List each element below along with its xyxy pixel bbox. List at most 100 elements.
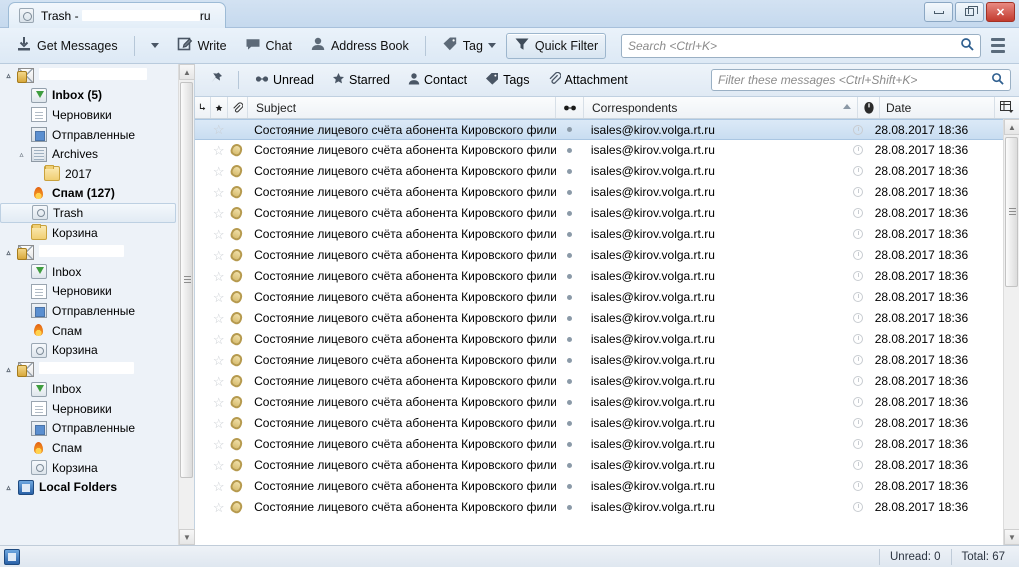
write-button[interactable]: Write [169,33,235,59]
quick-filter-button[interactable]: Quick Filter [505,32,607,59]
scroll-up-icon[interactable]: ▲ [1004,119,1019,135]
folder-item[interactable]: Inbox [0,380,178,400]
folder-item[interactable]: Спам [0,438,178,458]
message-star-toggle[interactable]: ☆ [210,249,226,262]
folder-item[interactable]: Корзина [0,340,178,360]
message-row[interactable]: ☆ Состояние лицевого счёта абонента Киров… [195,350,1003,371]
folder-item[interactable]: ▵ Local Folders [0,477,178,497]
message-unread-cell[interactable] [556,315,583,321]
message-unread-cell[interactable] [556,168,583,174]
twisty-icon[interactable]: ▵ [4,483,13,492]
filter-unread-button[interactable]: Unread [248,69,321,91]
message-star-toggle[interactable]: ☆ [210,228,226,241]
column-date[interactable]: Date [880,97,995,118]
message-list-scrollbar[interactable]: ▲ ▼ [1003,119,1019,545]
message-row[interactable]: ☆ Состояние лицевого счёта абонента Киров… [195,497,1003,518]
message-row[interactable]: ☆ Состояние лицевого счёта абонента Киров… [195,182,1003,203]
message-star-toggle[interactable]: ☆ [210,165,226,178]
filter-starred-button[interactable]: Starred [325,69,397,91]
message-unread-cell[interactable] [556,210,583,216]
column-attachment[interactable] [228,97,248,118]
scroll-down-icon[interactable]: ▼ [1004,529,1019,545]
message-star-toggle[interactable]: ☆ [210,480,226,493]
folder-item[interactable]: ▵ [0,242,178,262]
message-row[interactable]: ☆ Состояние лицевого счёта абонента Киров… [195,161,1003,182]
message-star-toggle[interactable]: ☆ [210,375,226,388]
folder-item[interactable]: Корзина [0,458,178,478]
message-star-toggle[interactable]: ☆ [210,270,226,283]
message-row[interactable]: ☆ Состояние лицевого счёта абонента Киров… [195,119,1003,140]
folder-item[interactable]: Отправленные [0,301,178,321]
folder-pane-scrollbar[interactable]: ▲ ▼ [178,64,195,545]
twisty-icon[interactable]: ▵ [17,150,26,159]
message-row[interactable]: ☆ Состояние лицевого счёта абонента Киров… [195,203,1003,224]
minimize-button[interactable] [924,2,953,22]
column-read-status[interactable] [858,97,880,118]
filter-attachment-button[interactable]: Attachment [541,69,635,91]
column-picker-button[interactable] [995,97,1019,118]
tag-button[interactable]: Tag [434,33,504,59]
get-messages-dropdown[interactable] [143,33,167,59]
column-star[interactable] [211,97,228,118]
app-menu-button[interactable] [991,38,1011,53]
scroll-up-icon[interactable]: ▲ [179,64,195,80]
get-messages-button[interactable]: Get Messages [8,33,126,59]
message-row[interactable]: ☆ Состояние лицевого счёта абонента Киров… [195,371,1003,392]
message-star-toggle[interactable]: ☆ [210,354,226,367]
pin-filter-button[interactable] [203,68,229,92]
message-row[interactable]: ☆ Состояние лицевого счёта абонента Киров… [195,287,1003,308]
message-unread-cell[interactable] [556,294,583,300]
twisty-icon[interactable]: ▵ [4,71,13,80]
message-star-toggle[interactable]: ☆ [210,291,226,304]
global-search-input[interactable]: Search <Ctrl+K> [621,33,981,58]
scroll-down-icon[interactable]: ▼ [179,529,195,545]
message-row[interactable]: ☆ Состояние лицевого счёта абонента Киров… [195,434,1003,455]
tab-trash[interactable]: Trash - ru [8,2,226,28]
address-book-button[interactable]: Address Book [302,33,417,59]
message-row[interactable]: ☆ Состояние лицевого счёта абонента Киров… [195,224,1003,245]
folder-item[interactable]: Черновики [0,105,178,125]
message-unread-cell[interactable] [556,357,583,363]
message-star-toggle[interactable]: ☆ [210,396,226,409]
message-unread-cell[interactable] [556,483,583,489]
message-unread-cell[interactable] [556,462,583,468]
message-unread-cell[interactable] [556,127,583,132]
scroll-thumb[interactable] [180,82,193,478]
message-row[interactable]: ☆ Состояние лицевого счёта абонента Киров… [195,476,1003,497]
message-star-toggle[interactable]: ☆ [210,417,226,430]
scroll-thumb[interactable] [1005,137,1018,287]
message-row[interactable]: ☆ Состояние лицевого счёта абонента Киров… [195,455,1003,476]
maximize-button[interactable] [955,2,984,22]
message-star-toggle[interactable]: ☆ [210,207,226,220]
message-row[interactable]: ☆ Состояние лицевого счёта абонента Киров… [195,245,1003,266]
message-unread-cell[interactable] [556,441,583,447]
folder-item[interactable]: Trash [0,203,176,223]
folder-item[interactable]: ▵ [0,66,178,86]
folder-item[interactable]: Корзина [0,223,178,243]
message-unread-cell[interactable] [556,252,583,258]
message-unread-cell[interactable] [556,378,583,384]
message-unread-cell[interactable] [556,504,583,510]
folder-item[interactable]: Отправленные [0,125,178,145]
message-unread-cell[interactable] [556,231,583,237]
folder-item[interactable]: Inbox [0,262,178,282]
message-star-toggle[interactable]: ☆ [210,333,226,346]
folder-item[interactable]: Отправленные [0,419,178,439]
twisty-icon[interactable]: ▵ [4,365,13,374]
column-thread[interactable] [195,97,211,118]
message-row[interactable]: ☆ Состояние лицевого счёта абонента Киров… [195,413,1003,434]
message-star-toggle[interactable]: ☆ [210,186,226,199]
close-button[interactable]: ✕ [986,2,1015,22]
folder-item[interactable]: Спам (127) [0,184,178,204]
folder-item[interactable]: Спам [0,321,178,341]
folder-item[interactable]: Inbox (5) [0,86,178,106]
message-star-toggle[interactable]: ☆ [210,438,226,451]
message-unread-cell[interactable] [556,420,583,426]
message-unread-cell[interactable] [556,147,583,153]
message-row[interactable]: ☆ Состояние лицевого счёта абонента Киров… [195,392,1003,413]
message-star-toggle[interactable]: ☆ [210,312,226,325]
message-star-toggle[interactable]: ☆ [210,459,226,472]
chat-button[interactable]: Chat [237,33,300,59]
message-star-toggle[interactable]: ☆ [210,123,226,136]
message-unread-cell[interactable] [556,189,583,195]
